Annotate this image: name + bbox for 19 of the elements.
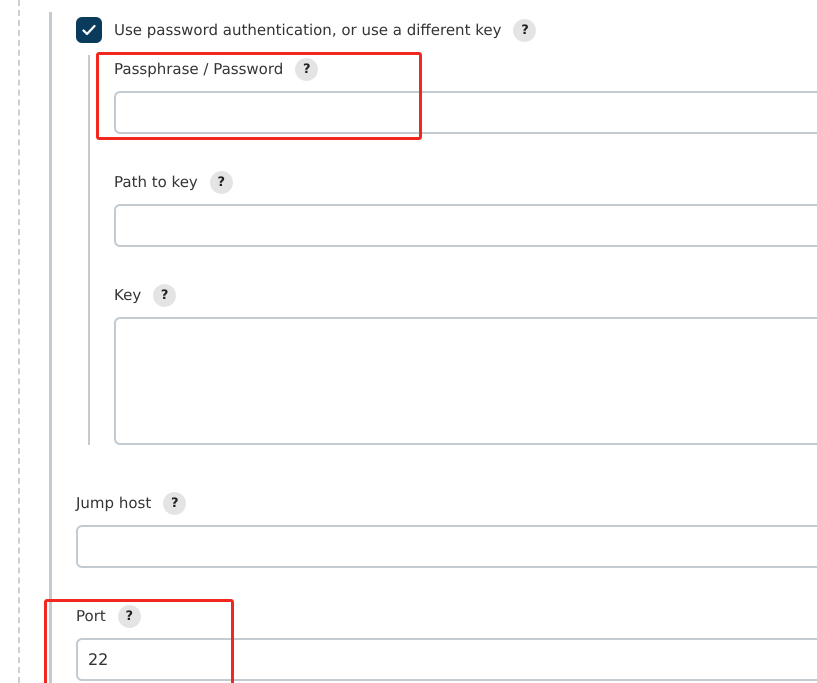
checkbox-label: Use password authentication, or use a different key bbox=[114, 21, 502, 39]
input-field[interactable] bbox=[114, 91, 817, 134]
field-label: Jump host bbox=[76, 494, 152, 512]
field-label: Path to key bbox=[114, 173, 198, 191]
field-label: Passphrase / Password bbox=[114, 60, 284, 78]
help-button[interactable]: ? bbox=[153, 284, 176, 306]
help-button[interactable]: ? bbox=[210, 170, 233, 194]
field-label: Port bbox=[76, 607, 106, 625]
help-button[interactable]: ? bbox=[513, 18, 536, 42]
help-button[interactable]: ? bbox=[118, 604, 141, 628]
field-label: Key bbox=[114, 286, 142, 304]
text-area[interactable] bbox=[114, 317, 817, 445]
input-field[interactable]: 22 bbox=[76, 638, 817, 681]
help-button[interactable]: ? bbox=[295, 58, 318, 80]
help-button[interactable]: ? bbox=[163, 492, 186, 514]
input-field[interactable] bbox=[76, 525, 817, 568]
checkbox[interactable] bbox=[76, 17, 102, 43]
input-field[interactable] bbox=[114, 204, 817, 247]
check-icon bbox=[82, 24, 96, 36]
